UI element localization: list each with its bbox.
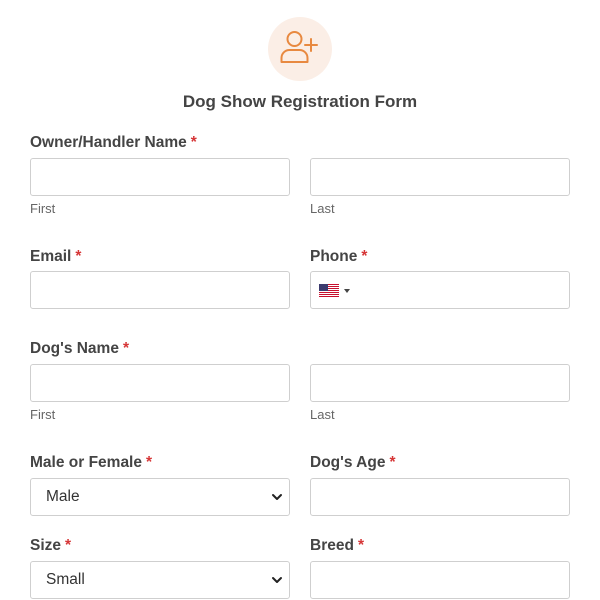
size-select[interactable]: Small [30,561,290,599]
dog-name-label-text: Dog's Name [30,340,119,357]
owner-last-name-input[interactable] [310,158,570,196]
dog-age-label-text: Dog's Age [310,454,386,471]
sex-label: Male or Female * [30,454,152,472]
owner-first-name-input[interactable] [30,158,290,196]
owner-first-sublabel: First [30,201,56,216]
phone-input[interactable] [310,271,570,309]
add-user-icon [280,31,318,63]
required-mark: * [146,454,153,471]
dog-last-name-input[interactable] [310,364,570,402]
dog-show-registration-form: Dog Show Registration Form Owner/Handler… [0,0,600,600]
email-label: Email * [30,248,81,266]
required-mark: * [65,537,72,554]
owner-last-sublabel: Last [310,201,335,216]
sex-select[interactable]: Male [30,478,290,516]
breed-label-text: Breed [310,537,354,554]
chevron-down-icon [272,494,282,500]
required-mark: * [122,340,130,357]
phone-label: Phone * [310,248,367,266]
size-label-text: Size [30,537,62,554]
email-label-text: Email [30,248,72,265]
caret-down-icon [344,288,350,293]
phone-label-text: Phone [310,248,358,265]
breed-input[interactable] [310,561,570,599]
email-input[interactable] [30,271,290,309]
size-select-value: Small [46,571,85,588]
required-mark: * [389,454,396,471]
form-header-avatar [268,17,332,81]
chevron-down-icon [272,577,282,583]
dog-name-label: Dog's Name * [30,340,129,358]
form-title: Dog Show Registration Form [182,92,418,111]
dog-first-sublabel: First [30,407,56,422]
size-label: Size * [30,537,71,555]
required-mark: * [357,537,364,554]
required-mark: * [190,134,197,151]
dog-first-name-input[interactable] [30,364,290,402]
sex-select-value: Male [46,488,80,505]
us-flag-icon [319,284,339,297]
breed-label: Breed * [310,537,364,555]
dog-last-sublabel: Last [310,407,335,422]
owner-name-label: Owner/Handler Name * [30,134,197,152]
dog-age-input[interactable] [310,478,570,516]
required-mark: * [75,248,82,265]
required-mark: * [361,248,368,265]
country-selector[interactable] [319,284,350,297]
sex-label-text: Male or Female [30,454,142,471]
owner-name-label-text: Owner/Handler Name [30,134,187,151]
dog-age-label: Dog's Age * [310,454,396,472]
